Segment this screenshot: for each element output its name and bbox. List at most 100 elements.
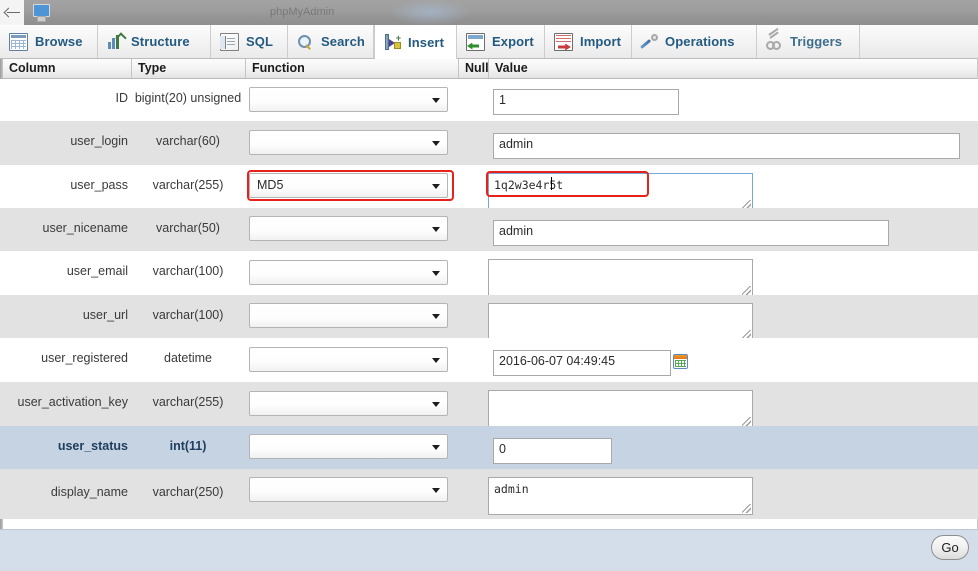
table-row: ID bigint(20) unsigned 1 — [0, 79, 978, 121]
monitor-icon — [32, 4, 50, 22]
sql-icon — [220, 32, 239, 51]
value-textarea[interactable]: admin — [488, 477, 753, 515]
tab-search[interactable]: Search — [288, 25, 374, 58]
column-type: datetime — [164, 351, 212, 365]
chevron-down-icon — [432, 314, 440, 319]
table-row: user_nicename varchar(50) admin — [0, 208, 978, 251]
tab-sql[interactable]: SQL — [211, 25, 288, 58]
column-name: user_email — [66, 264, 128, 278]
column-name: user_registered — [41, 351, 128, 365]
resize-grip[interactable] — [742, 417, 751, 426]
tab-label: Browse — [35, 34, 83, 49]
phpmyadmin-tab-bar: Browse Structure SQL Search + Insert Export Imp… — [0, 25, 978, 59]
value-textarea[interactable]: 1q2w3e4r5t — [488, 173, 753, 211]
table-header-row: Column Type Function Null Value — [0, 59, 978, 79]
browser-tab-strip[interactable] — [0, 0, 24, 25]
phpmyadmin-insert-page: phpMyAdmin Browse Structure SQL Search + Inse… — [0, 0, 978, 571]
header-type: Type — [131, 59, 243, 78]
value-textarea[interactable] — [488, 390, 753, 428]
column-type: int(11) — [169, 439, 207, 453]
column-name: user_status — [57, 439, 128, 453]
back-arrow-icon[interactable] — [4, 9, 20, 17]
value-input[interactable]: 2016-06-07 04:49:45 — [493, 350, 671, 376]
function-select[interactable] — [249, 260, 448, 285]
table-row: user_pass varchar(255) MD5 1q2w3e4r5t — [0, 165, 978, 211]
column-name: display_name — [50, 485, 128, 499]
value-input[interactable]: 0 — [493, 438, 612, 464]
table-row: user_login varchar(60) admin — [0, 121, 978, 165]
column-type: varchar(250) — [152, 485, 224, 499]
value-text: 1 — [499, 93, 506, 107]
value-textarea[interactable] — [488, 303, 753, 341]
chevron-down-icon — [432, 141, 440, 146]
tab-insert[interactable]: + Insert — [374, 25, 457, 59]
value-text: 1q2w3e4r5t — [494, 178, 564, 192]
header-function: Function — [245, 59, 458, 78]
tab-structure[interactable]: Structure — [98, 25, 211, 58]
chevron-down-icon — [432, 488, 440, 493]
chevron-down-icon — [432, 227, 440, 232]
header-column: Column — [9, 61, 56, 75]
function-select[interactable] — [249, 391, 448, 416]
value-textarea[interactable] — [488, 259, 753, 297]
form-footer-bar: Go — [0, 529, 978, 571]
value-text: admin — [499, 137, 534, 151]
column-name: user_pass — [70, 178, 128, 192]
import-icon — [554, 32, 573, 51]
column-type: varchar(100) — [152, 308, 224, 322]
wrench-icon — [640, 33, 658, 50]
chevron-down-icon — [432, 98, 440, 103]
table-row: user_status int(11) 0 — [0, 426, 978, 469]
value-input[interactable]: admin — [493, 220, 889, 246]
tab-label: Export — [492, 34, 534, 49]
calendar-icon[interactable] — [673, 354, 688, 369]
tab-label: Triggers — [790, 34, 843, 49]
function-select[interactable] — [249, 216, 448, 241]
triggers-icon — [766, 27, 783, 50]
browse-icon — [9, 32, 28, 51]
value-text: 0 — [499, 442, 506, 456]
value-input[interactable]: 1 — [493, 89, 679, 115]
function-select[interactable] — [249, 130, 448, 155]
tab-label: Operations — [665, 34, 735, 49]
column-type: varchar(50) — [156, 221, 220, 235]
tab-label: SQL — [246, 34, 274, 49]
browser-chrome-bar: phpMyAdmin — [0, 0, 978, 25]
tab-label: Insert — [408, 34, 445, 50]
column-name: user_url — [82, 308, 128, 322]
tab-browse[interactable]: Browse — [0, 25, 98, 58]
chrome-highlight-glow — [390, 0, 470, 25]
function-select[interactable]: MD5 — [249, 173, 448, 198]
table-row: user_email varchar(100) — [0, 251, 978, 297]
column-type: varchar(60) — [156, 134, 220, 148]
function-select[interactable] — [249, 347, 448, 372]
structure-icon — [107, 31, 127, 50]
function-select[interactable] — [249, 303, 448, 328]
insert-icon: + — [384, 34, 401, 50]
table-row: user_registered datetime 2016-06-07 04:49:… — [0, 338, 978, 382]
tab-triggers[interactable]: Triggers — [757, 25, 860, 58]
resize-grip[interactable] — [742, 504, 751, 513]
function-select[interactable] — [249, 477, 448, 502]
value-text: admin — [494, 482, 529, 496]
tab-export[interactable]: Export — [457, 25, 545, 58]
table-row: user_url varchar(100) — [0, 295, 978, 341]
column-name: user_nicename — [42, 221, 128, 235]
chevron-down-icon — [432, 445, 440, 450]
resize-grip[interactable] — [742, 286, 751, 295]
function-select[interactable] — [249, 87, 448, 112]
table-row: display_name varchar(250) admin — [0, 469, 978, 519]
chevron-down-icon — [432, 184, 440, 189]
table-row: user_activation_key varchar(255) — [0, 382, 978, 428]
header-value: Value — [488, 59, 976, 78]
chevron-down-icon — [432, 358, 440, 363]
header-null: Null — [458, 59, 490, 78]
column-type: varchar(255) — [152, 178, 224, 192]
go-button[interactable]: Go — [931, 535, 969, 560]
tab-label: Import — [580, 34, 622, 49]
value-input[interactable]: admin — [493, 133, 960, 159]
function-select[interactable] — [249, 434, 448, 459]
tab-operations[interactable]: Operations — [632, 25, 757, 58]
tab-import[interactable]: Import — [545, 25, 632, 58]
column-name: user_activation_key — [17, 395, 128, 409]
